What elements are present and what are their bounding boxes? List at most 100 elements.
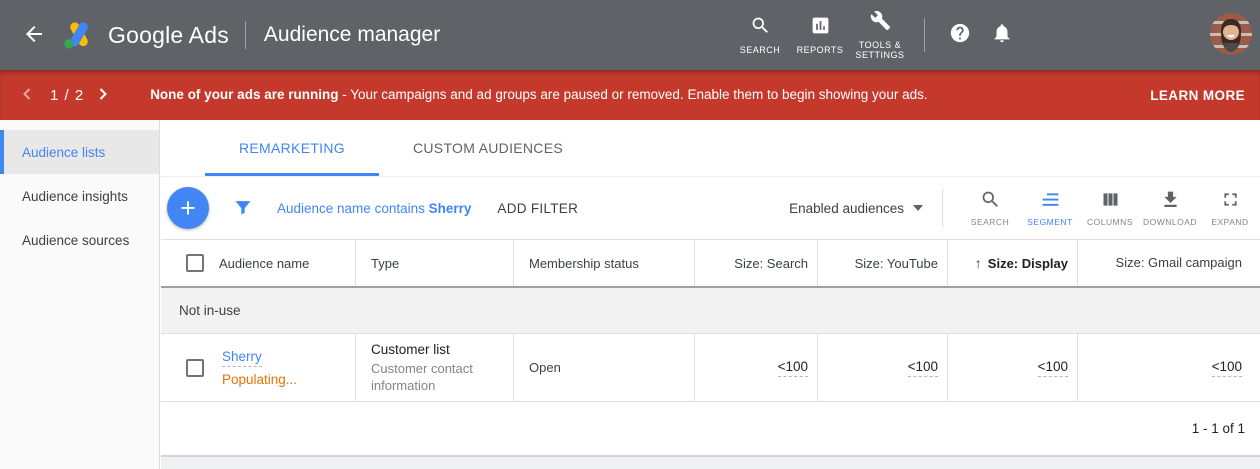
table-header: Audience name Type Membership status Siz… xyxy=(161,239,1260,288)
header-reports-button[interactable]: REPORTS xyxy=(790,15,850,55)
group-label: Not in-use xyxy=(179,303,241,318)
notifications-button[interactable] xyxy=(981,14,1023,56)
banner-message-detail: - Your campaigns and ad groups are pause… xyxy=(338,87,927,102)
active-indicator xyxy=(0,130,4,174)
columns-icon xyxy=(1100,189,1121,213)
row-checkbox[interactable] xyxy=(186,359,204,377)
pagination-bar: 1 - 1 of 1 xyxy=(161,402,1260,455)
tab-label: REMARKETING xyxy=(239,140,345,156)
tool-label: SEGMENT xyxy=(1027,217,1073,227)
back-arrow-icon xyxy=(22,22,46,49)
filter-button[interactable] xyxy=(231,196,255,220)
help-button[interactable] xyxy=(939,14,981,56)
bar-chart-icon xyxy=(810,15,831,41)
banner-pager: 1 / 2 xyxy=(50,87,84,104)
header-search-label: SEARCH xyxy=(732,45,788,55)
avatar[interactable] xyxy=(1210,13,1252,55)
audience-view-select[interactable]: Enabled audiences xyxy=(789,201,923,216)
sidebar-item-audience-insights[interactable]: Audience insights xyxy=(0,174,159,218)
add-filter-button[interactable]: ADD FILTER xyxy=(497,201,578,216)
header-reports-label: REPORTS xyxy=(792,45,848,55)
select-all-checkbox[interactable] xyxy=(186,254,204,272)
banner-prev-button[interactable] xyxy=(14,82,40,108)
tab-custom-audiences[interactable]: CUSTOM AUDIENCES xyxy=(379,120,597,176)
cell-type: Customer list Customer contact informati… xyxy=(356,334,514,401)
filter-chip-text: Audience name contains xyxy=(277,201,429,216)
column-header-size-gmail[interactable]: Size: Gmail campaign xyxy=(1078,240,1260,286)
view-select-value: Enabled audiences xyxy=(789,201,904,216)
download-button[interactable]: DOWNLOAD xyxy=(1140,189,1200,227)
search-icon xyxy=(980,189,1001,213)
column-label: Size: YouTube xyxy=(855,256,938,271)
column-header-type[interactable]: Type xyxy=(356,240,514,286)
notifications-bell-icon xyxy=(991,22,1013,49)
toolbar-divider xyxy=(942,189,943,227)
google-ads-logo-icon xyxy=(62,20,96,50)
segment-button[interactable]: SEGMENT xyxy=(1020,189,1080,227)
table-toolbar: + Audience name contains Sherry ADD FILT… xyxy=(161,177,1260,239)
audience-name-stack: Sherry Populating... xyxy=(222,349,297,387)
sidebar-item-label: Audience insights xyxy=(22,189,128,204)
sidebar: Audience lists Audience insights Audienc… xyxy=(0,120,160,469)
sidebar-item-label: Audience lists xyxy=(22,145,105,160)
column-header-size-display[interactable]: ↑ Size: Display xyxy=(948,240,1078,286)
expand-button[interactable]: EXPAND xyxy=(1200,189,1260,227)
cell-size-youtube: <100 xyxy=(818,334,948,401)
banner-message: None of your ads are running - Your camp… xyxy=(150,86,927,104)
column-label: Size: Display xyxy=(988,256,1068,271)
column-label: Type xyxy=(371,256,399,271)
chevron-down-icon xyxy=(913,205,923,211)
size-search-value[interactable]: <100 xyxy=(778,359,808,377)
search-table-button[interactable]: SEARCH xyxy=(960,189,1020,227)
column-header-membership-status[interactable]: Membership status xyxy=(514,240,695,286)
populating-status: Populating... xyxy=(222,372,297,387)
cell-audience-name: Sherry Populating... xyxy=(161,334,356,401)
tool-label: DOWNLOAD xyxy=(1143,217,1197,227)
size-youtube-value[interactable]: <100 xyxy=(908,359,938,377)
banner-message-title: None of your ads are running xyxy=(150,87,338,102)
banner-next-button[interactable] xyxy=(90,82,116,108)
learn-more-button[interactable]: LEARN MORE xyxy=(1150,88,1245,103)
active-filter-chip[interactable]: Audience name contains Sherry xyxy=(277,201,471,216)
header-divider xyxy=(245,21,246,49)
tool-label: COLUMNS xyxy=(1087,217,1133,227)
column-label: Size: Gmail campaign xyxy=(1116,255,1242,271)
columns-button[interactable]: COLUMNS xyxy=(1080,189,1140,227)
group-row-not-in-use: Not in-use xyxy=(161,288,1260,334)
header-tools-settings-label: TOOLS & SETTINGS xyxy=(852,40,908,60)
back-button[interactable] xyxy=(18,19,50,51)
tool-label: EXPAND xyxy=(1211,217,1248,227)
segment-icon xyxy=(1040,189,1061,213)
audience-name-link[interactable]: Sherry xyxy=(222,349,262,367)
add-audience-button[interactable]: + xyxy=(167,187,209,229)
size-gmail-value[interactable]: <100 xyxy=(1212,359,1242,377)
filter-funnel-icon xyxy=(233,197,253,220)
google-ads-app: Google Ads Audience manager SEARCH REPOR… xyxy=(0,0,1260,469)
page-title: Audience manager xyxy=(264,23,440,47)
tab-label: CUSTOM AUDIENCES xyxy=(413,140,563,156)
active-tab-underline xyxy=(205,173,379,176)
chevron-right-icon xyxy=(93,84,113,107)
tab-remarketing[interactable]: REMARKETING xyxy=(205,120,379,176)
column-header-size-youtube[interactable]: Size: YouTube xyxy=(818,240,948,286)
expand-icon xyxy=(1220,189,1241,213)
cell-size-gmail: <100 xyxy=(1078,334,1260,401)
header-actions: SEARCH REPORTS TOOLS & SETTINGS xyxy=(730,0,1023,70)
column-label: Audience name xyxy=(219,256,309,271)
column-header-size-search[interactable]: Size: Search xyxy=(695,240,818,286)
header-tools-settings-button[interactable]: TOOLS & SETTINGS xyxy=(850,10,910,60)
sidebar-item-label: Audience sources xyxy=(22,233,129,248)
column-label: Membership status xyxy=(529,256,639,271)
column-label: Size: Search xyxy=(734,256,808,271)
sidebar-item-audience-sources[interactable]: Audience sources xyxy=(0,218,159,262)
cell-membership-status: Open xyxy=(514,334,695,401)
sidebar-item-audience-lists[interactable]: Audience lists xyxy=(0,130,159,174)
pagination-range: 1 - 1 of 1 xyxy=(1192,421,1245,436)
chevron-left-icon xyxy=(17,84,37,107)
footer-strip xyxy=(161,455,1260,469)
wrench-icon xyxy=(870,10,891,36)
alert-banner: 1 / 2 None of your ads are running - You… xyxy=(0,70,1260,120)
size-display-value[interactable]: <100 xyxy=(1038,359,1068,377)
header-search-button[interactable]: SEARCH xyxy=(730,15,790,55)
column-header-audience-name[interactable]: Audience name xyxy=(161,240,356,286)
